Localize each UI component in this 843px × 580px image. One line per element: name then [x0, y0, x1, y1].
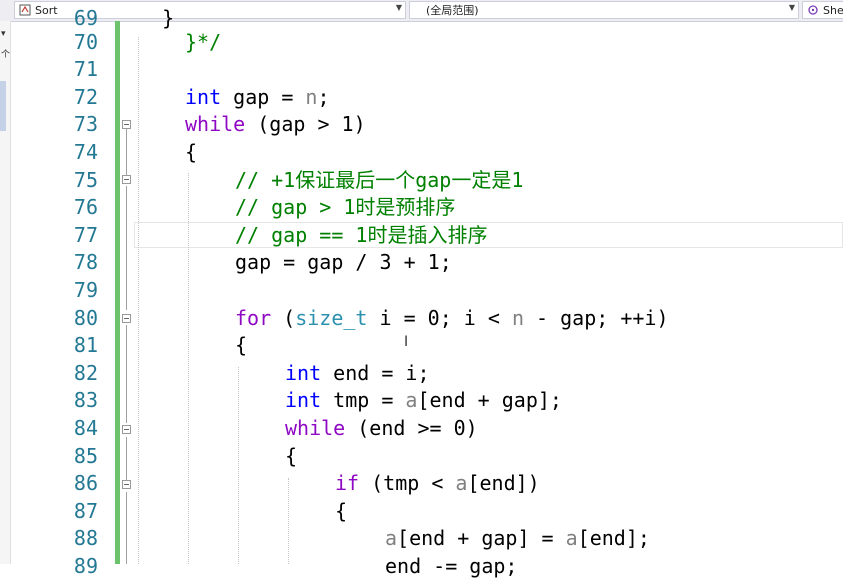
code-line: int gap = n; — [185, 85, 330, 109]
code-text: { — [185, 140, 198, 164]
code-line: int end = i; — [285, 361, 430, 385]
collapse-toggle-icon[interactable] — [122, 120, 131, 129]
scope-label: (全局范围) — [426, 4, 479, 17]
line-number: 70 — [73, 30, 98, 54]
member-dropdown[interactable]: Shel — [802, 1, 843, 19]
indent-guide — [188, 173, 189, 564]
line-number: 85 — [73, 444, 98, 468]
outline-line — [126, 437, 127, 480]
collapse-toggle-icon[interactable] — [122, 175, 131, 184]
method-icon — [807, 4, 819, 16]
code-line: { — [335, 498, 347, 525]
chevron-down-icon: ▼ — [395, 3, 402, 12]
outline-line — [126, 492, 127, 564]
code-line: { — [285, 443, 297, 470]
code-line: for (size_t i = 0; i < n - gap; ++i) — [235, 306, 669, 330]
outline-line — [126, 186, 127, 310]
indent-guide — [288, 478, 289, 564]
code-line: int tmp = a[end + gap]; — [285, 388, 562, 412]
indent-guide — [138, 37, 139, 564]
side-char: 个 — [1, 50, 11, 60]
code-text: { — [335, 499, 348, 523]
code-line: a[end + gap] = a[end]; — [385, 526, 650, 550]
line-number: 72 — [73, 85, 98, 109]
comment-text: // gap == 1时是插入排序 — [235, 223, 488, 247]
side-scroll-marker[interactable] — [0, 81, 6, 131]
code-line: } — [138, 5, 174, 32]
code-line: while (gap > 1) — [185, 112, 366, 136]
code-line: { — [185, 139, 197, 166]
line-number-gutter: 69 70 71 72 73 74 75 76 77 78 79 80 81 8… — [30, 6, 98, 578]
line-number: 69 — [73, 6, 98, 30]
scope-dropdown[interactable]: (全局范围) ▼ — [409, 1, 799, 19]
line-number: 81 — [73, 333, 98, 357]
change-tracking-bar — [115, 21, 120, 564]
line-number: 87 — [73, 499, 98, 523]
comment-text: // +1保证最后一个gap一定是1 — [235, 168, 524, 192]
comment-text: }*/ — [185, 30, 222, 54]
code-line: }*/ — [185, 29, 221, 56]
line-number: 83 — [73, 388, 98, 412]
collapse-toggle-icon[interactable] — [122, 314, 131, 323]
code-line: if (tmp < a[end]) — [335, 471, 540, 495]
navigation-bar: Sort ▼ (全局范围) ▼ Shel — [0, 0, 843, 22]
line-number: 79 — [73, 278, 98, 302]
line-number: 84 — [73, 416, 98, 440]
line-number: 77 — [73, 223, 98, 247]
line-number: 75 — [73, 168, 98, 192]
line-number: 76 — [73, 195, 98, 219]
side-tool-strip: ▾ 个 — [0, 21, 11, 564]
code-line: gap = gap / 3 + 1; — [235, 249, 452, 276]
code-line: // gap > 1时是预排序 — [235, 194, 455, 221]
member-label: Shel — [823, 3, 843, 17]
code-text: { — [285, 444, 298, 468]
collapse-toggle-icon[interactable] — [122, 480, 131, 489]
code-line: // gap == 1时是插入排序 — [235, 222, 487, 249]
indent-guide — [238, 367, 239, 564]
comment-text: // gap > 1时是预排序 — [235, 195, 456, 219]
line-number: 73 — [73, 112, 98, 136]
code-line: while (end >= 0) — [285, 416, 478, 440]
collapse-toggle-icon[interactable] — [122, 425, 131, 434]
line-number: 74 — [73, 140, 98, 164]
code-line: end -= gap; — [385, 553, 517, 580]
line-number: 88 — [73, 526, 98, 550]
chevron-down-icon: ▼ — [788, 3, 795, 12]
code-line: // +1保证最后一个gap一定是1 — [235, 167, 523, 194]
outline-line — [126, 325, 127, 423]
code-text: { — [235, 333, 248, 357]
dropdown-mark-icon[interactable]: ▾ — [1, 29, 6, 39]
code-text: end -= gap; — [385, 554, 518, 578]
line-number: 78 — [73, 250, 98, 274]
line-number: 86 — [73, 471, 98, 495]
line-number: 80 — [73, 306, 98, 330]
code-text: gap = gap / 3 + 1; — [235, 250, 452, 274]
text-cursor-icon: I — [404, 334, 409, 350]
line-number: 89 — [73, 554, 98, 578]
code-text: } — [138, 6, 175, 30]
code-editor[interactable]: } }*/ int gap = n; while (gap > 1) { // … — [138, 6, 843, 578]
line-number: 71 — [73, 57, 98, 81]
line-number: 82 — [73, 361, 98, 385]
code-line: { — [235, 332, 247, 359]
